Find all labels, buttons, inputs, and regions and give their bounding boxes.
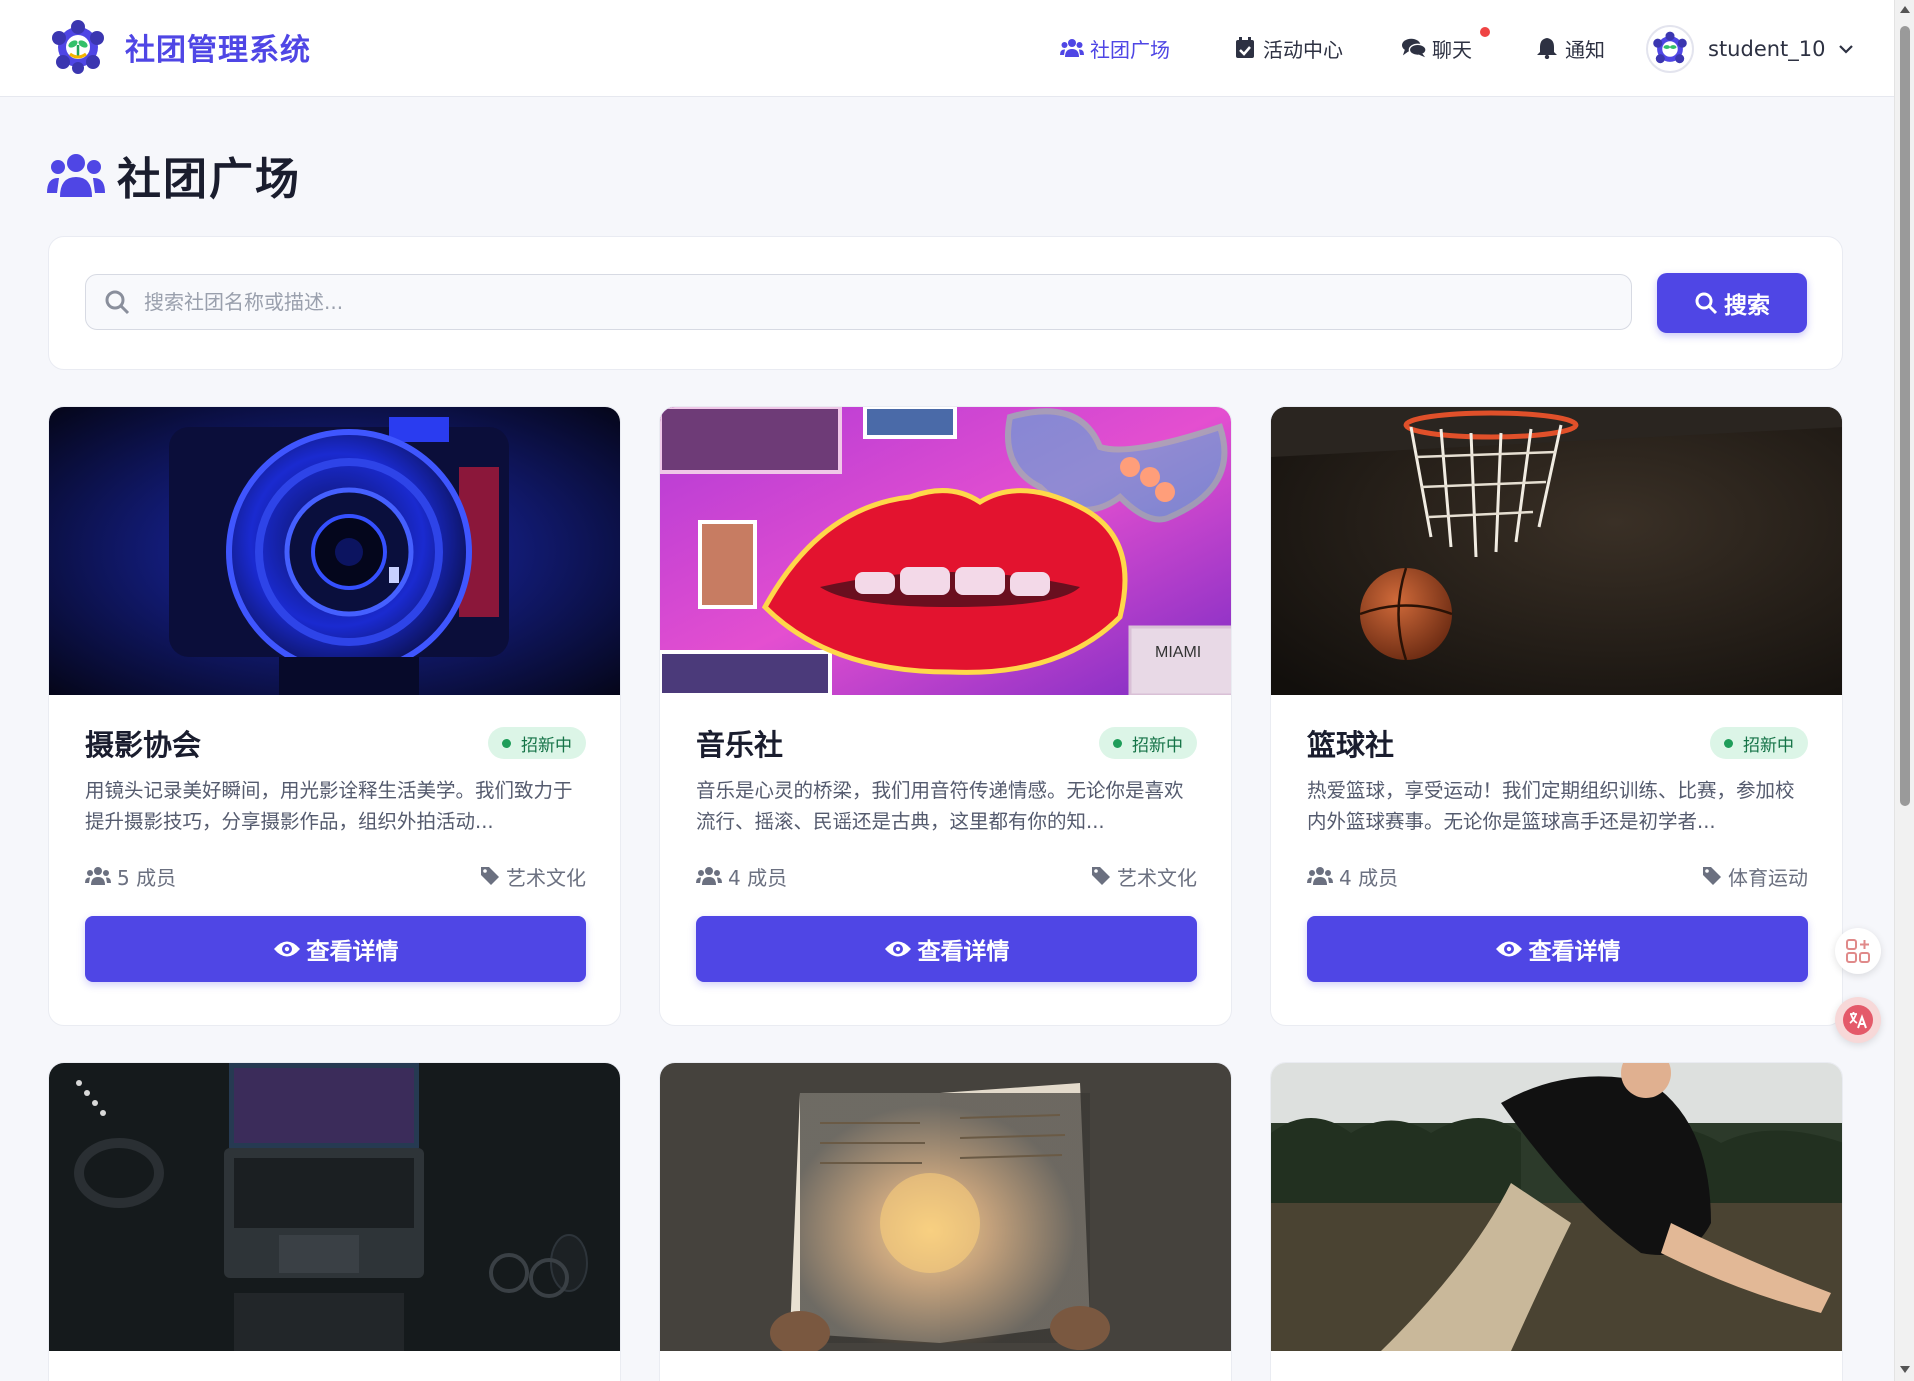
apps-widget-button[interactable] xyxy=(1835,928,1881,974)
status-label: 招新中 xyxy=(521,735,572,756)
club-card[interactable] xyxy=(48,1062,621,1381)
view-details-button[interactable]: 查看详情 xyxy=(1307,916,1808,982)
club-category: 艺术文化 xyxy=(1117,865,1197,890)
club-card[interactable]: 篮球社 招新中 热爱篮球，享受运动！我们定期组织训练、比赛，参加校内外篮球赛事。… xyxy=(1270,406,1843,1026)
club-category: 体育运动 xyxy=(1728,865,1808,890)
view-details-label: 查看详情 xyxy=(306,939,399,965)
view-details-button[interactable]: 查看详情 xyxy=(85,916,586,982)
scroll-down-arrow-icon[interactable] xyxy=(1900,1366,1910,1373)
club-category: 艺术文化 xyxy=(506,865,586,890)
unread-dot xyxy=(1480,27,1490,37)
neon-lips-photo[interactable]: MIAMI xyxy=(660,407,1231,695)
page-title: 社团广场 xyxy=(47,143,301,207)
calendar-check-icon xyxy=(1236,37,1254,58)
status-dot xyxy=(1113,738,1122,748)
scrollbar-thumb[interactable] xyxy=(1900,26,1910,806)
search-icon xyxy=(105,290,130,315)
status-label: 招新中 xyxy=(1132,735,1183,756)
translate-widget-button[interactable] xyxy=(1835,997,1881,1043)
page-scrollbar[interactable] xyxy=(1894,0,1914,1381)
app-name: 社团管理系统 xyxy=(125,33,311,68)
club-name: 摄影协会 xyxy=(85,728,202,762)
svg-text:MIAMI: MIAMI xyxy=(1155,644,1201,661)
chevron-down-icon xyxy=(1838,45,1853,54)
view-details-button[interactable]: 查看详情 xyxy=(696,916,1197,982)
status-dot xyxy=(1724,738,1733,748)
top-navbar: 社团管理系统 社团广场 活动中心 聊天 通知 student_10 xyxy=(0,0,1914,97)
bell-icon xyxy=(1537,38,1557,59)
avatar-icon xyxy=(1646,25,1694,73)
search-button-label: 搜索 xyxy=(1724,293,1770,319)
view-details-label: 查看详情 xyxy=(1528,939,1621,965)
club-meta: 4 成员 体育运动 xyxy=(1307,861,1808,891)
view-details-label: 查看详情 xyxy=(917,939,1010,965)
club-meta: 4 成员 艺术文化 xyxy=(696,861,1197,891)
club-card[interactable]: 摄影协会 招新中 用镜头记录美好瞬间，用光影诠释生活美学。我们致力于提升摄影技巧… xyxy=(48,406,621,1026)
status-dot xyxy=(502,738,511,748)
club-name: 音乐社 xyxy=(696,728,784,762)
member-count: 4 成员 xyxy=(1339,865,1399,890)
search-panel: 搜索 xyxy=(48,236,1843,370)
nav-club-square[interactable]: 社团广场 xyxy=(1060,30,1170,66)
nav-chat[interactable]: 聊天 xyxy=(1402,27,1490,66)
eye-icon xyxy=(273,941,300,957)
comments-icon xyxy=(1402,38,1426,58)
tag-icon xyxy=(481,867,499,885)
users-icon xyxy=(696,867,722,885)
camera-lens-photo[interactable] xyxy=(49,407,620,695)
status-badge: 招新中 xyxy=(488,727,586,759)
nav-activity-center[interactable]: 活动中心 xyxy=(1233,30,1343,66)
club-meta: 5 成员 艺术文化 xyxy=(85,861,586,891)
page-heading: 社团广场 xyxy=(117,154,301,205)
nav-label: 聊天 xyxy=(1432,37,1472,62)
users-icon xyxy=(1307,867,1333,885)
brand[interactable]: 社团管理系统 xyxy=(47,18,311,76)
tag-icon xyxy=(1703,867,1721,885)
club-name: 篮球社 xyxy=(1307,728,1395,762)
club-card[interactable] xyxy=(659,1062,1232,1381)
nav-label: 社团广场 xyxy=(1090,37,1170,62)
club-card[interactable]: MIAMI 音乐社 招新中 音乐是心灵的桥梁，我们用音符传递情感。无论你是喜欢流… xyxy=(659,406,1232,1026)
status-badge: 招新中 xyxy=(1710,727,1808,759)
status-badge: 招新中 xyxy=(1099,727,1197,759)
card-body: 摄影协会 招新中 用镜头记录美好瞬间，用光影诠释生活美学。我们致力于提升摄影技巧… xyxy=(85,723,586,982)
club-logo-icon xyxy=(52,20,104,74)
member-count: 5 成员 xyxy=(117,865,177,890)
club-description: 音乐是心灵的桥梁，我们用音符传递情感。无论你是喜欢流行、摇滚、民谣还是古典，这里… xyxy=(696,779,1184,833)
user-menu[interactable]: student_10 xyxy=(1646,24,1854,74)
translate-icon xyxy=(1843,1005,1873,1035)
nav-notifications[interactable]: 通知 xyxy=(1535,30,1605,66)
search-button[interactable]: 搜索 xyxy=(1657,273,1807,333)
card-body: 音乐社 招新中 音乐是心灵的桥梁，我们用音符传递情感。无论你是喜欢流行、摇滚、民… xyxy=(696,723,1197,982)
laptop-desk-photo[interactable] xyxy=(49,1063,620,1351)
basketball-hoop-photo[interactable] xyxy=(1271,407,1842,695)
search-field[interactable] xyxy=(85,274,1632,330)
card-body: 篮球社 招新中 热爱篮球，享受运动！我们定期组织训练、比赛，参加校内外篮球赛事。… xyxy=(1307,723,1808,982)
club-card[interactable] xyxy=(1270,1062,1843,1381)
apps-icon xyxy=(1846,939,1870,963)
eye-icon xyxy=(884,941,911,957)
member-count: 4 成员 xyxy=(728,865,788,890)
user-name: student_10 xyxy=(1708,37,1826,61)
users-icon xyxy=(85,867,111,885)
outdoor-sports-photo[interactable] xyxy=(1271,1063,1842,1351)
eye-icon xyxy=(1495,941,1522,957)
users-icon xyxy=(47,154,105,197)
search-input[interactable] xyxy=(144,290,1594,314)
search-icon xyxy=(1695,292,1718,315)
club-description: 热爱篮球，享受运动！我们定期组织训练、比赛，参加校内外篮球赛事。无论你是篮球高手… xyxy=(1307,779,1795,833)
status-label: 招新中 xyxy=(1743,735,1794,756)
tag-icon xyxy=(1092,867,1110,885)
nav-label: 活动中心 xyxy=(1263,37,1343,62)
club-description: 用镜头记录美好瞬间，用光影诠释生活美学。我们致力于提升摄影技巧，分享摄影作品，组… xyxy=(85,779,573,833)
nav-label: 通知 xyxy=(1565,37,1605,62)
glowing-book-photo[interactable] xyxy=(660,1063,1231,1351)
users-icon xyxy=(1060,39,1084,57)
scroll-up-arrow-icon[interactable] xyxy=(1900,6,1910,13)
